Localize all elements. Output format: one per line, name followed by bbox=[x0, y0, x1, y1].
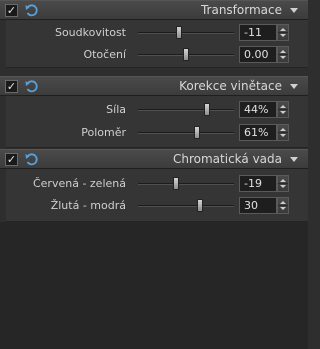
slider-label: Žlutá - modrá bbox=[50, 199, 126, 212]
slider-thumb[interactable] bbox=[176, 26, 182, 39]
slider-thumb[interactable] bbox=[197, 199, 203, 212]
slider-thumb[interactable] bbox=[194, 126, 200, 139]
slider-thumb[interactable] bbox=[183, 48, 189, 61]
slider-label: Soudkovitost bbox=[54, 26, 126, 39]
section-title: Korekce vinětace bbox=[179, 79, 282, 93]
value-field[interactable]: 30 bbox=[239, 197, 277, 214]
slider-label: Červená - zelená bbox=[32, 177, 126, 190]
value-field[interactable]: -19 bbox=[239, 175, 277, 192]
panel-chromaticka-vada: ✓ Chromatická vada Červená - zelená -19 … bbox=[0, 149, 308, 222]
section-body: Síla 44% Poloměr 61% bbox=[6, 96, 308, 148]
slider-row-zluta-modra: Žlutá - modrá 30 bbox=[6, 196, 308, 216]
checkbox-checked-icon[interactable]: ✓ bbox=[5, 153, 18, 166]
slider-track[interactable] bbox=[138, 199, 234, 212]
chevron-down-icon[interactable] bbox=[290, 8, 298, 13]
slider-track[interactable] bbox=[138, 177, 234, 190]
slider-track[interactable] bbox=[138, 126, 234, 139]
panel-transformace: ✓ Transformace Soudkovitost -11 Otočení … bbox=[0, 0, 308, 68]
value-field[interactable]: 61% bbox=[239, 124, 277, 141]
value-stepper[interactable] bbox=[277, 197, 289, 214]
value-stepper[interactable] bbox=[277, 46, 289, 63]
slider-row-sila: Síla 44% bbox=[6, 100, 308, 120]
slider-track[interactable] bbox=[138, 103, 234, 116]
chevron-down-icon[interactable] bbox=[290, 157, 298, 162]
section-body: Soudkovitost -11 Otočení 0.00 bbox=[6, 20, 308, 68]
slider-label: Poloměr bbox=[81, 126, 126, 139]
slider-label: Síla bbox=[106, 103, 126, 116]
section-header-chromaticka-vada[interactable]: ✓ Chromatická vada bbox=[0, 149, 308, 169]
checkbox-checked-icon[interactable]: ✓ bbox=[5, 4, 18, 17]
value-stepper[interactable] bbox=[277, 24, 289, 41]
section-header-transformace[interactable]: ✓ Transformace bbox=[0, 0, 308, 20]
value-stepper[interactable] bbox=[277, 175, 289, 192]
reset-undo-icon[interactable] bbox=[24, 79, 39, 94]
slider-thumb[interactable] bbox=[173, 177, 179, 190]
empty-panel-area bbox=[0, 222, 308, 349]
section-title: Transformace bbox=[200, 3, 282, 17]
value-field[interactable]: 44% bbox=[239, 101, 277, 118]
section-header-korekce-vinetace[interactable]: ✓ Korekce vinětace bbox=[0, 76, 308, 96]
slider-row-soudkovitost: Soudkovitost -11 bbox=[6, 23, 308, 43]
slider-thumb[interactable] bbox=[204, 103, 210, 116]
slider-row-otoceni: Otočení 0.00 bbox=[6, 45, 308, 65]
slider-row-cervena-zelena: Červená - zelená -19 bbox=[6, 174, 308, 194]
section-body: Červená - zelená -19 Žlutá - modrá 30 bbox=[6, 169, 308, 222]
value-stepper[interactable] bbox=[277, 101, 289, 118]
value-stepper[interactable] bbox=[277, 124, 289, 141]
reset-undo-icon[interactable] bbox=[24, 152, 39, 167]
section-title: Chromatická vada bbox=[172, 152, 282, 166]
checkbox-checked-icon[interactable]: ✓ bbox=[5, 80, 18, 93]
chevron-down-icon[interactable] bbox=[290, 84, 298, 89]
slider-row-polomer: Poloměr 61% bbox=[6, 123, 308, 143]
slider-label: Otočení bbox=[83, 48, 126, 61]
reset-undo-icon[interactable] bbox=[24, 3, 39, 18]
slider-track[interactable] bbox=[138, 48, 234, 61]
panel-korekce-vinetace: ✓ Korekce vinětace Síla 44% Poloměr 61% bbox=[0, 76, 308, 148]
value-field[interactable]: 0.00 bbox=[239, 46, 277, 63]
value-field[interactable]: -11 bbox=[239, 24, 277, 41]
slider-track[interactable] bbox=[138, 26, 234, 39]
